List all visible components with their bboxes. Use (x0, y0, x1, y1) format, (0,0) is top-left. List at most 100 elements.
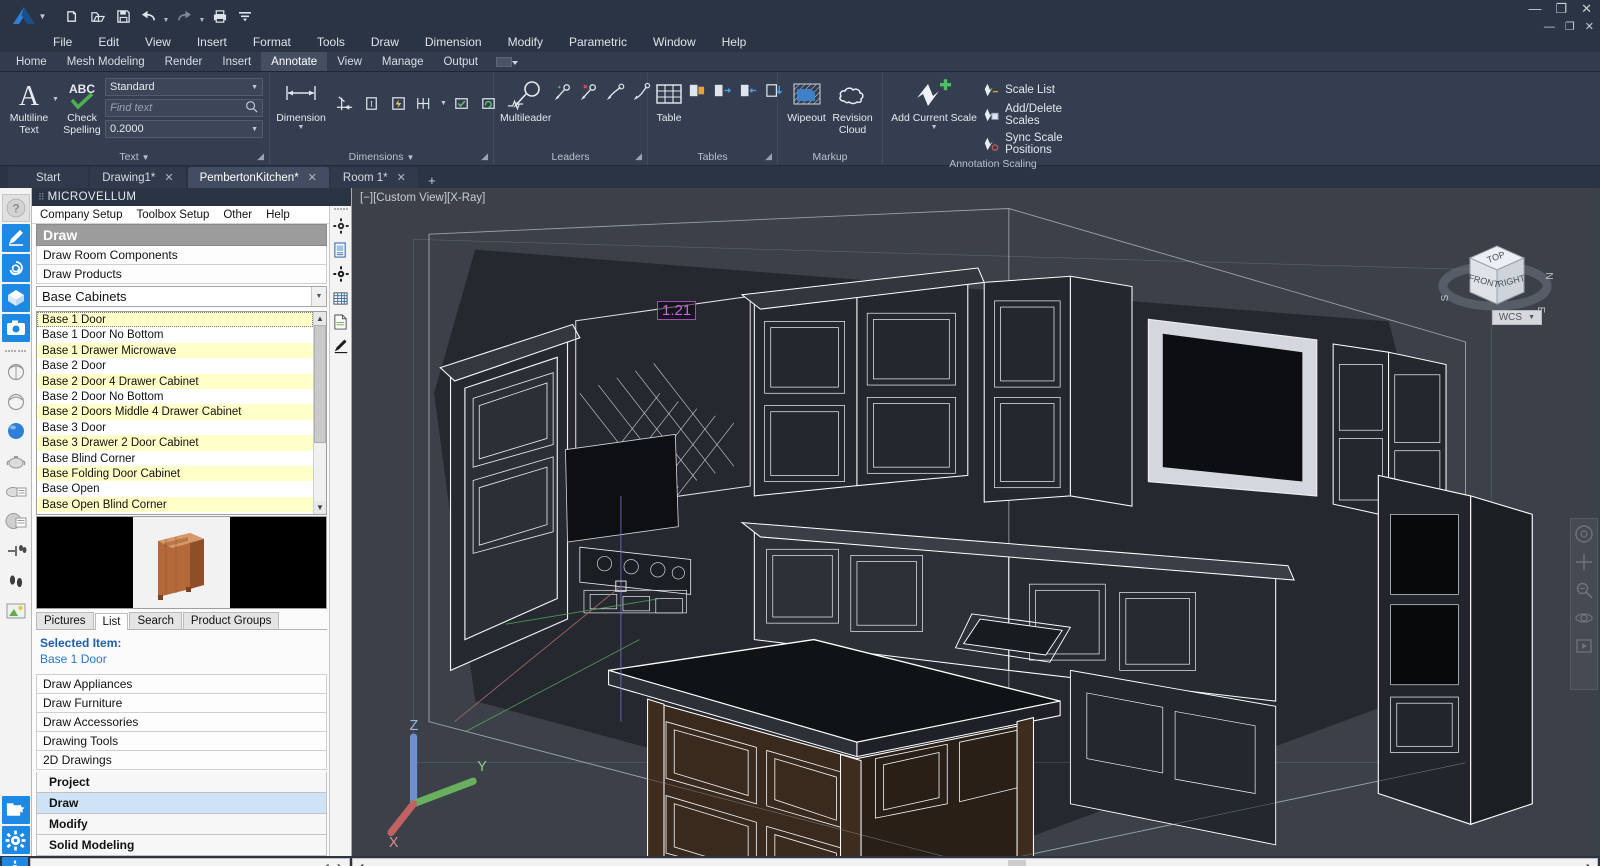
listbox-scrollbar[interactable]: ▲ ▼ (313, 312, 326, 514)
preview-thumbnail-left[interactable] (37, 517, 134, 608)
doc-tab-pembertonkitchen[interactable]: PembertonKitchen* ✕ (187, 167, 329, 188)
menu-item-edit[interactable]: Edit (85, 32, 132, 52)
open-icon[interactable] (87, 5, 109, 27)
minimize-button[interactable]: — (1528, 2, 1541, 15)
list-item[interactable]: Base Blind Corner (37, 451, 313, 466)
remove-leader-icon[interactable] (577, 80, 601, 104)
chevron-down-icon[interactable]: ▼ (1528, 314, 1535, 321)
align-leaders-icon[interactable] (603, 80, 627, 104)
section-solid-modeling[interactable]: Solid Modeling (36, 835, 327, 856)
link-draw-room-components[interactable]: Draw Room Components (36, 246, 327, 265)
ribbon-tab-overflow[interactable] (488, 52, 520, 71)
zoom-extents-icon[interactable] (1575, 581, 1593, 599)
customize-qat-icon[interactable] (234, 5, 256, 27)
link-data-icon[interactable] (736, 78, 760, 102)
new-icon[interactable] (62, 5, 84, 27)
command-history-scroll[interactable]: ❮ ❯ (352, 858, 1598, 866)
new-document-tab-button[interactable]: + (420, 173, 444, 188)
text-height-combo[interactable]: 0.2000 ▼ (105, 120, 263, 138)
doc-tab-room1[interactable]: Room 1* ✕ (330, 167, 418, 188)
draw-pen-icon[interactable] (1, 224, 30, 252)
tables-panel-dialog-launcher-icon[interactable]: ◢ (765, 148, 772, 164)
link-draw-products[interactable]: Draw Products (36, 265, 327, 284)
sphere-library-icon[interactable] (2, 507, 30, 535)
extract-data-icon[interactable] (710, 78, 734, 102)
panel-grip-icon[interactable]: ⠿ (38, 192, 45, 203)
scroll-down-icon[interactable]: ▼ (314, 501, 326, 514)
link-draw-appliances[interactable]: Draw Appliances (36, 674, 327, 693)
viewport-label[interactable]: [−][Custom View][X-Ray] (360, 192, 485, 204)
check-spelling-button[interactable]: ABC Check Spelling (59, 76, 105, 136)
product-listbox[interactable]: Base 1 Door Base 1 Door No Bottom Base 1… (36, 311, 327, 515)
list-item[interactable]: Base 1 Door No Bottom (37, 327, 313, 342)
doc-close-button[interactable]: ✕ (1585, 22, 1594, 33)
menu-item-draw[interactable]: Draw (358, 32, 412, 52)
category-combo[interactable]: Base Cabinets ▼ (36, 286, 327, 307)
footsteps-icon[interactable] (2, 567, 30, 595)
application-menu-button[interactable]: ▼ (6, 1, 50, 31)
command-options-gear-icon[interactable] (2, 857, 28, 866)
list-item[interactable]: Base Open End Cabinet (37, 512, 313, 514)
text-style-combo[interactable]: Standard ▼ (105, 78, 263, 96)
settings-gear-icon[interactable] (331, 214, 351, 238)
plot-icon[interactable] (209, 5, 231, 27)
wipeout-button[interactable]: Wipeout (784, 76, 829, 124)
dimension-annotation[interactable]: 1.21 (657, 301, 697, 320)
preview-thumbnail-right[interactable] (229, 517, 326, 608)
save-icon[interactable] (112, 5, 134, 27)
close-button[interactable]: ✕ (1581, 2, 1592, 15)
dimensions-panel-dialog-launcher-icon[interactable]: ◢ (481, 148, 488, 164)
dimcheck-icon[interactable] (450, 92, 474, 116)
tab-mesh-modeling[interactable]: Mesh Modeling (57, 52, 155, 71)
orbit-icon[interactable] (1575, 609, 1593, 627)
tab-home[interactable]: Home (6, 52, 57, 71)
tab-view[interactable]: View (327, 52, 372, 71)
dimspace-icon[interactable] (413, 92, 437, 116)
menu-item-window[interactable]: Window (640, 32, 709, 52)
tab-manage[interactable]: Manage (372, 52, 434, 71)
undo-dropdown-caret-icon[interactable]: ▼ (162, 5, 170, 27)
panel-title-tables[interactable]: Tables ◢ (648, 149, 777, 165)
scrollbar-thumb[interactable] (314, 325, 326, 443)
dimbreak-icon[interactable] (332, 92, 356, 116)
link-draw-furniture[interactable]: Draw Furniture (36, 693, 327, 712)
doc-tab-start[interactable]: Start (8, 167, 89, 188)
render-image-icon[interactable] (2, 597, 30, 625)
redo-dropdown-caret-icon[interactable]: ▼ (198, 5, 206, 27)
menu-item-dimension[interactable]: Dimension (412, 32, 495, 52)
tab-pictures[interactable]: Pictures (36, 612, 94, 629)
marker-pen-icon[interactable] (331, 334, 351, 358)
dimtext-icon[interactable]: I (359, 92, 383, 116)
leaders-panel-dialog-launcher-icon[interactable]: ◢ (635, 148, 642, 164)
search-icon[interactable] (245, 100, 258, 116)
add-leader-icon[interactable] (551, 80, 575, 104)
redo-icon[interactable] (173, 5, 195, 27)
dimspace-caret-icon[interactable]: ▼ (440, 100, 447, 107)
settings-gear-icon[interactable] (331, 262, 351, 286)
panel-title-leaders[interactable]: Leaders ◢ (494, 149, 647, 165)
help-icon[interactable]: ? (1, 194, 30, 222)
tab-list[interactable]: List (94, 613, 129, 630)
multileader-button[interactable]: Multileader (500, 76, 551, 124)
tab-output[interactable]: Output (433, 52, 488, 71)
doc-tab-close-icon[interactable]: ✕ (164, 171, 173, 184)
scale-list-button[interactable]: Scale List (983, 82, 1089, 98)
sync-scale-positions-button[interactable]: Sync Scale Positions (983, 132, 1089, 156)
walk-tool-icon[interactable] (2, 537, 30, 565)
render-quality-icon[interactable] (2, 387, 30, 415)
list-item[interactable]: Base 2 Door No Bottom (37, 389, 313, 404)
document-properties-icon[interactable] (331, 238, 351, 262)
solid-modeling-cube-icon[interactable] (1, 284, 30, 312)
command-input[interactable]: ❮ ❯ (30, 858, 350, 866)
find-text-input[interactable]: Find text (105, 99, 263, 117)
menu-item-help[interactable]: Help (709, 32, 760, 52)
add-delete-scales-button[interactable]: Add/Delete Scales (983, 103, 1089, 127)
render-preset-icon[interactable] (2, 357, 30, 385)
table-style-icon[interactable] (684, 78, 708, 102)
menu-item-view[interactable]: View (132, 32, 184, 52)
doc-tab-close-icon[interactable]: ✕ (308, 171, 317, 184)
spreadsheet-icon[interactable] (331, 286, 351, 310)
section-project[interactable]: Project (36, 772, 327, 793)
undo-icon[interactable] (137, 5, 159, 27)
add-current-scale-caret-icon[interactable]: ▼ (931, 124, 938, 131)
